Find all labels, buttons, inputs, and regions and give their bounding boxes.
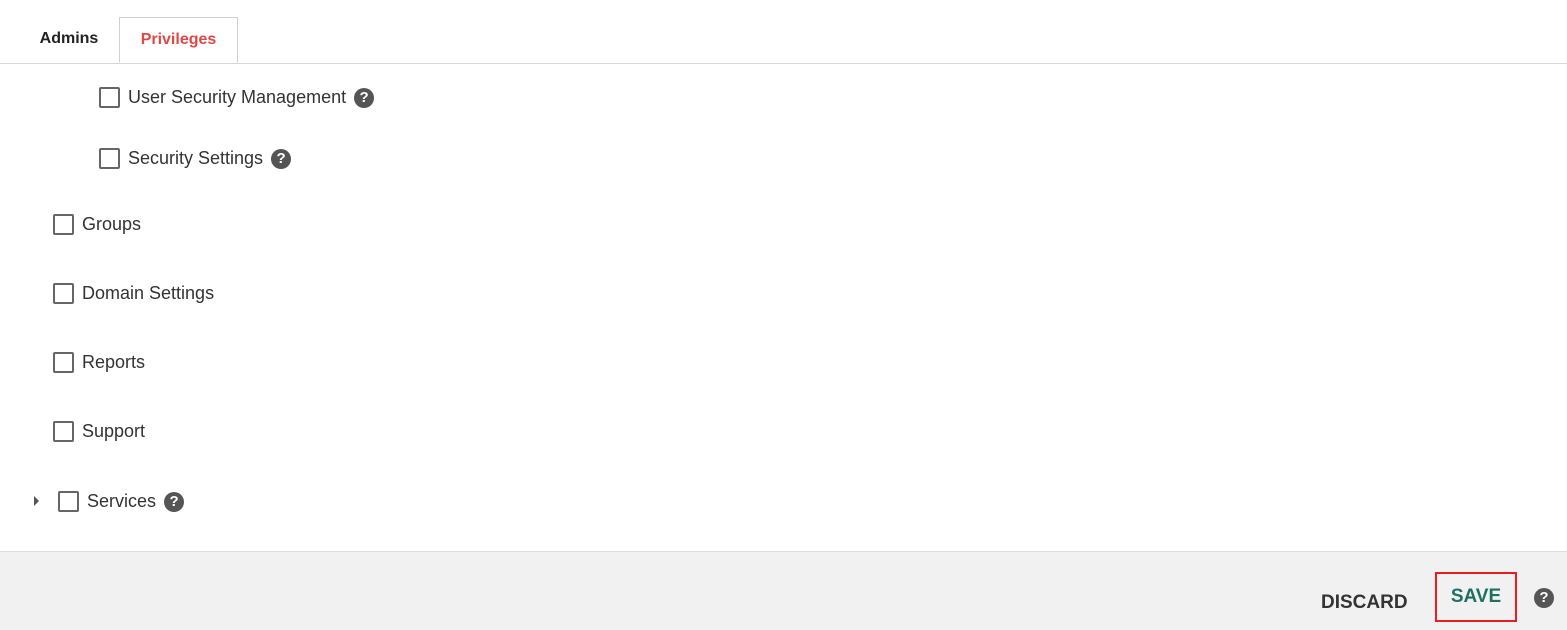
privilege-label: User Security Management [128, 87, 347, 107]
checkbox[interactable] [53, 421, 74, 442]
privilege-label: Services [87, 491, 157, 511]
checkbox[interactable] [99, 87, 120, 108]
discard-button[interactable]: DISCARD [1321, 592, 1408, 614]
checkbox[interactable] [53, 352, 74, 373]
privilege-reports[interactable]: Reports [53, 352, 145, 373]
checkbox[interactable] [53, 283, 74, 304]
checkbox[interactable] [58, 491, 79, 512]
help-icon[interactable]: ? [271, 148, 292, 169]
privilege-services[interactable]: Services ? [58, 491, 185, 512]
privilege-label: Domain Settings [82, 283, 215, 303]
footer-bar: DISCARD SAVE ? [0, 551, 1567, 630]
save-button[interactable]: SAVE [1435, 572, 1517, 622]
help-icon[interactable]: ? [1534, 588, 1554, 608]
help-icon[interactable]: ? [354, 87, 375, 108]
privilege-groups[interactable]: Groups [53, 214, 141, 235]
checkbox[interactable] [99, 148, 120, 169]
expand-arrow-icon[interactable] [34, 496, 39, 506]
privilege-security-settings[interactable]: Security Settings ? [99, 148, 292, 169]
privilege-label: Reports [82, 352, 146, 372]
privilege-label: Support [82, 421, 146, 441]
tab-privileges[interactable]: Privileges [119, 17, 238, 63]
privilege-domain-settings[interactable]: Domain Settings [53, 283, 214, 304]
privilege-label: Security Settings [128, 148, 264, 168]
tab-bar: Admins Privileges [0, 0, 1567, 64]
checkbox[interactable] [53, 214, 74, 235]
privilege-label: Groups [82, 214, 142, 234]
privilege-user-security-management[interactable]: User Security Management ? [99, 87, 375, 108]
privilege-support[interactable]: Support [53, 421, 145, 442]
tab-admins[interactable]: Admins [24, 17, 114, 63]
help-icon[interactable]: ? [164, 491, 185, 512]
